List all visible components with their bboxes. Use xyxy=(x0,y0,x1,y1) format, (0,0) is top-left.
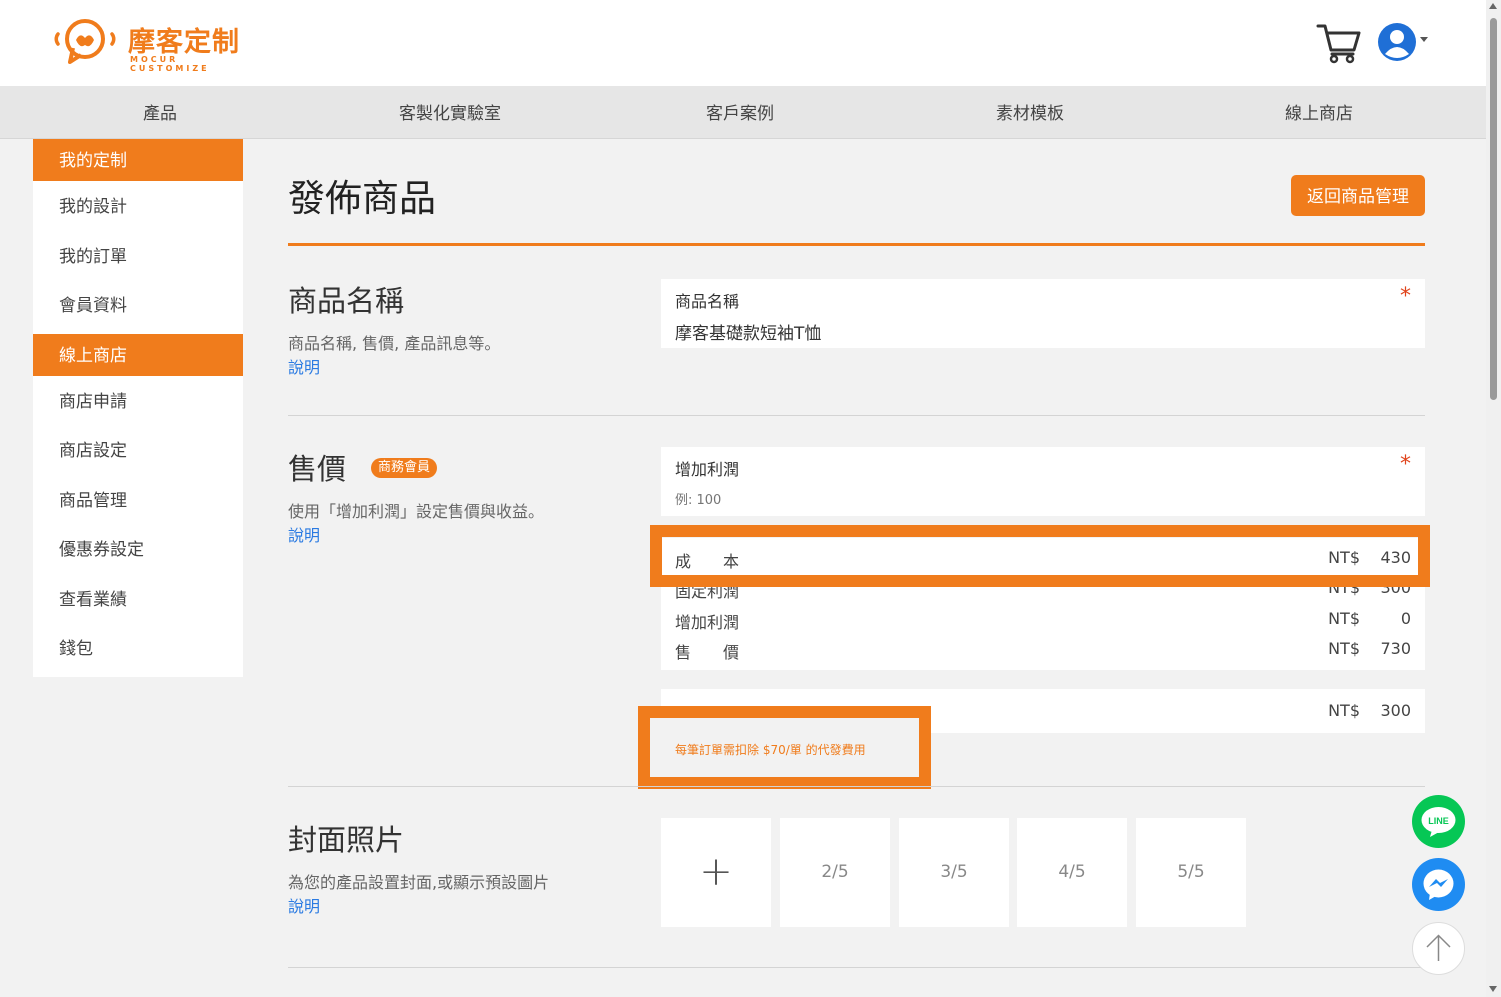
help-link-cover[interactable]: 說明 xyxy=(288,893,320,917)
field-label-product-name: 商品名稱 xyxy=(675,292,740,311)
back-to-product-manage-button[interactable]: 返回商品管理 xyxy=(1291,175,1425,216)
title-divider xyxy=(288,243,1425,246)
add-photo-button[interactable]: + xyxy=(661,818,771,927)
section-divider xyxy=(288,786,1425,787)
section-desc-product-name: 商品名稱, 售價, 產品訊息等。 xyxy=(288,334,501,353)
section-title-price: 售價 xyxy=(288,452,347,486)
sidebar-item-shop-apply[interactable]: 商店申請 xyxy=(33,380,243,430)
line-icon-label: LINE xyxy=(1428,816,1449,826)
sidebar: 我的定制 我的設計 我的訂單 會員資料 線上商店 商店申請 商店設定 商品管理 … xyxy=(33,139,243,677)
fee-note: 每筆訂單需扣除 $70/單 的代發費用 xyxy=(675,743,866,757)
messenger-icon xyxy=(1423,869,1454,900)
scroll-thumb[interactable] xyxy=(1490,18,1497,400)
scroll-down-icon[interactable] xyxy=(1489,986,1497,992)
sidebar-item-coupon-settings[interactable]: 優惠券設定 xyxy=(33,528,243,578)
scroll-up-icon[interactable] xyxy=(1489,3,1497,9)
row-label-sale-price: 售 價 xyxy=(675,643,740,662)
row-value-sale-price: 730 xyxy=(1380,639,1411,658)
sidebar-item-online-shop[interactable]: 線上商店 xyxy=(33,333,243,376)
required-mark: * xyxy=(1400,452,1411,477)
photo-slot[interactable]: 5/5 xyxy=(1136,818,1246,927)
section-desc-cover: 為您的產品設置封面,或顯示預設圖片 xyxy=(288,873,550,892)
logo-text: 摩客定制 xyxy=(128,27,240,58)
main-nav: 產品 客製化實驗室 客戶案例 素材模板 線上商店 xyxy=(0,86,1486,139)
logo-subtext: MOCUR CUSTOMIZE xyxy=(130,55,210,73)
arrow-up-icon xyxy=(1426,934,1451,961)
logo[interactable]: 摩客定制 MOCUR CUSTOMIZE xyxy=(48,18,258,73)
section-divider xyxy=(288,415,1425,416)
row-value-add-profit: 0 xyxy=(1400,609,1411,628)
sidebar-item-shop-settings[interactable]: 商店設定 xyxy=(33,429,243,479)
sidebar-item-my-design[interactable]: 我的設計 xyxy=(33,185,243,235)
messenger-chat-button[interactable] xyxy=(1412,858,1465,911)
row-currency: NT$ xyxy=(1328,639,1360,658)
product-name-input[interactable] xyxy=(675,321,1375,341)
logo-mascot-icon xyxy=(54,19,116,64)
row-label-unit-profit: 單件利潤 xyxy=(675,705,740,724)
sidebar-item-member-info[interactable]: 會員資料 xyxy=(33,284,243,334)
row-currency: NT$ xyxy=(1328,548,1360,567)
nav-item-online-shop[interactable]: 線上商店 xyxy=(1174,86,1464,138)
chevron-down-icon[interactable] xyxy=(1420,37,1428,42)
row-label-cost: 成 本 xyxy=(675,552,740,571)
price-breakdown-card: 成 本 NT$ 430 固定利潤 NT$ 300 增加利潤 NT$ 0 售 價 … xyxy=(661,538,1425,670)
section-desc-price: 使用「增加利潤」設定售價與收益。 xyxy=(288,502,545,521)
sidebar-item-my-orders[interactable]: 我的訂單 xyxy=(33,235,243,285)
sidebar-item-my-custom[interactable]: 我的定制 xyxy=(33,139,243,181)
sidebar-item-product-manage[interactable]: 商品管理 xyxy=(33,479,243,529)
user-avatar-icon[interactable] xyxy=(1377,22,1417,62)
row-value-unit-profit: 300 xyxy=(1380,701,1411,720)
nav-item-templates[interactable]: 素材模板 xyxy=(885,86,1175,138)
section-divider xyxy=(288,967,1425,968)
row-value-fixed-profit: 300 xyxy=(1380,578,1411,597)
business-member-badge: 商務會員 xyxy=(371,458,438,478)
scrollbar[interactable] xyxy=(1486,0,1501,997)
nav-item-cases[interactable]: 客戶案例 xyxy=(595,86,885,138)
cart-icon[interactable] xyxy=(1316,22,1362,64)
row-currency: NT$ xyxy=(1328,578,1360,597)
required-mark: * xyxy=(1400,284,1411,309)
header: 摩客定制 MOCUR CUSTOMIZE xyxy=(0,0,1486,86)
back-to-top-button[interactable] xyxy=(1412,922,1465,975)
page-title: 發佈商品 xyxy=(288,177,436,220)
nav-item-products[interactable]: 產品 xyxy=(15,86,305,138)
row-currency: NT$ xyxy=(1328,701,1360,720)
line-icon: LINE xyxy=(1421,807,1456,837)
field-label-add-profit: 增加利潤 xyxy=(675,460,740,479)
row-label-add-profit: 增加利潤 xyxy=(675,613,740,632)
plus-icon: + xyxy=(699,849,733,895)
photo-slot[interactable]: 4/5 xyxy=(1017,818,1127,927)
sidebar-item-wallet[interactable]: 錢包 xyxy=(33,627,243,677)
photo-slot[interactable]: 2/5 xyxy=(780,818,890,927)
unit-profit-card: 單件利潤 NT$ 300 xyxy=(661,689,1425,733)
section-title-cover: 封面照片 xyxy=(288,823,405,857)
help-link-product-name[interactable]: 說明 xyxy=(288,354,320,378)
row-value-cost: 430 xyxy=(1380,548,1411,567)
nav-item-custom-lab[interactable]: 客製化實驗室 xyxy=(305,86,595,138)
line-chat-button[interactable]: LINE xyxy=(1412,795,1465,848)
photo-slot[interactable]: 3/5 xyxy=(899,818,1009,927)
add-profit-input[interactable] xyxy=(675,493,1375,508)
add-profit-card: 增加利潤 * xyxy=(661,447,1425,516)
row-currency: NT$ xyxy=(1328,609,1360,628)
sidebar-item-performance[interactable]: 查看業績 xyxy=(33,578,243,628)
section-title-product-name: 商品名稱 xyxy=(288,284,405,318)
help-link-price[interactable]: 說明 xyxy=(288,522,320,546)
product-name-card: 商品名稱 * xyxy=(661,279,1425,348)
row-label-fixed-profit: 固定利潤 xyxy=(675,582,740,601)
